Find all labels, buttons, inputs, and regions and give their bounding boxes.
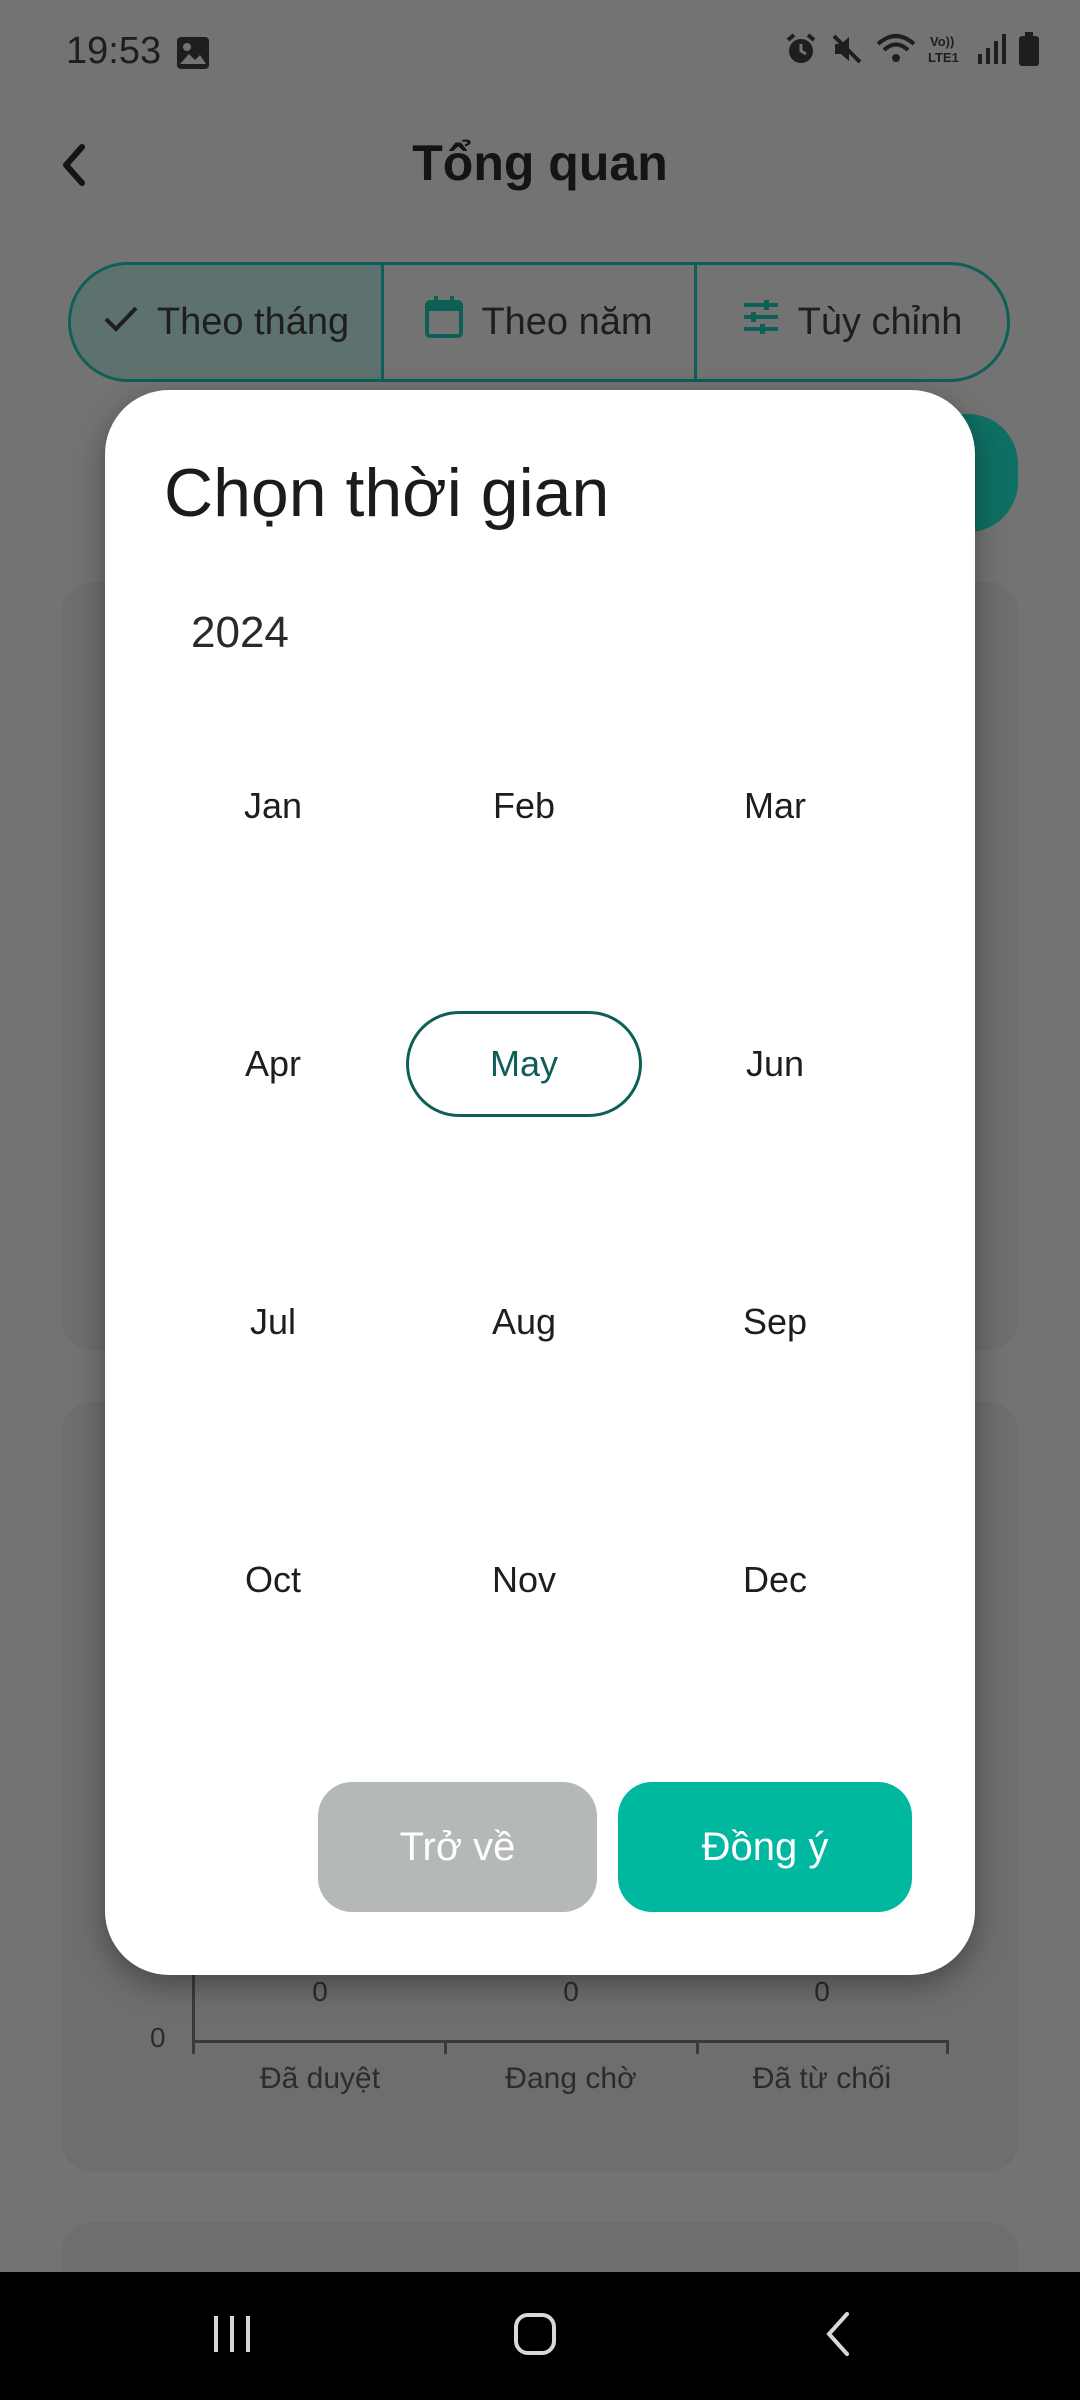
chart-tick: [192, 2040, 195, 2054]
chart-y-tick-label: 0: [150, 2022, 166, 2053]
month-jun[interactable]: Jun: [657, 1011, 893, 1117]
check-icon: [103, 301, 139, 344]
chart-data-label: 0: [814, 1976, 830, 2007]
month-feb[interactable]: Feb: [406, 753, 642, 859]
chart-x-axis: [192, 2040, 948, 2043]
tab-label: Theo năm: [481, 300, 653, 343]
gallery-icon: [176, 36, 210, 70]
home-button[interactable]: [455, 2272, 615, 2400]
tab-theo-nam[interactable]: Theo năm: [381, 265, 694, 379]
battery-icon: [1018, 32, 1040, 66]
tab-tuy-chinh[interactable]: Tùy chỉnh: [694, 265, 1007, 379]
month-sep[interactable]: Sep: [657, 1269, 893, 1375]
volte-icon: Vo)) LTE1: [928, 32, 964, 66]
mute-icon: [830, 32, 864, 66]
tab-label: Tùy chỉnh: [797, 300, 963, 343]
calendar-icon: [425, 296, 464, 348]
dialog-title: Chọn thời gian: [164, 455, 610, 531]
month-dec[interactable]: Dec: [657, 1527, 893, 1633]
month-jul[interactable]: Jul: [155, 1269, 391, 1375]
tab-label: Theo tháng: [156, 300, 350, 343]
month-aug[interactable]: Aug: [406, 1269, 642, 1375]
month-jan[interactable]: Jan: [155, 753, 391, 859]
status-icons: Vo)) LTE1: [784, 32, 1040, 66]
year-selector[interactable]: 2024: [191, 608, 289, 658]
page-title: Tổng quan: [412, 135, 668, 191]
chart-data-label: 0: [563, 1976, 579, 2007]
back-nav-button[interactable]: [758, 2272, 918, 2400]
wifi-icon: [876, 32, 916, 66]
confirm-button[interactable]: Đồng ý: [618, 1782, 912, 1912]
month-nov[interactable]: Nov: [406, 1527, 642, 1633]
alarm-icon: [784, 32, 818, 66]
status-bar: 19:53 Vo)) LTE1: [0, 0, 1080, 110]
month-apr[interactable]: Apr: [155, 1011, 391, 1117]
month-oct[interactable]: Oct: [155, 1527, 391, 1633]
month-picker-dialog: Chọn thời gian 2024 Jan Feb Mar Apr May …: [105, 390, 975, 1975]
month-mar[interactable]: Mar: [657, 753, 893, 859]
tab-theo-thang[interactable]: Theo tháng: [71, 265, 381, 379]
chart-data-label: 0: [312, 1976, 328, 2007]
period-filter: Theo tháng Theo năm Tùy chỉnh: [68, 262, 1010, 382]
back-icon: [823, 2310, 853, 2363]
system-nav-bar: [0, 2272, 1080, 2400]
month-may[interactable]: May: [406, 1011, 642, 1117]
home-icon: [513, 2312, 557, 2361]
chart-tick: [946, 2040, 949, 2054]
sliders-icon: [742, 299, 780, 345]
chart-x-tick-label: Đang chờ: [505, 2062, 637, 2095]
chart-x-tick-label: Đã duyệt: [259, 2062, 381, 2095]
svg-text:LTE1: LTE1: [928, 50, 959, 65]
svg-text:Vo)): Vo)): [930, 34, 954, 49]
chart-x-tick-label: Đã từ chối: [752, 2062, 892, 2095]
recents-button[interactable]: [152, 2272, 312, 2400]
cancel-button[interactable]: Trở về: [318, 1782, 597, 1912]
chart-tick: [696, 2040, 699, 2054]
status-time: 19:53: [66, 30, 162, 72]
chart-tick: [444, 2040, 447, 2054]
signal-icon: [976, 32, 1006, 66]
recents-icon: [210, 2314, 254, 2359]
